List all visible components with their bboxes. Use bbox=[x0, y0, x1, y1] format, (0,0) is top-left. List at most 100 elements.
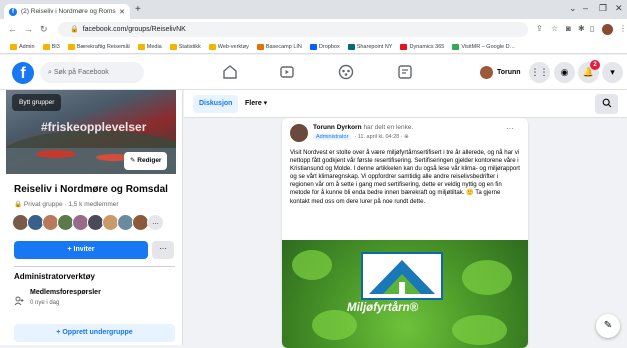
account-chevron-down-icon[interactable]: ▾ bbox=[602, 62, 623, 83]
gaming-tab-icon[interactable] bbox=[393, 62, 417, 82]
menu-grid-icon[interactable]: ⋮⋮ bbox=[529, 62, 550, 83]
bookmark-item[interactable]: Bærekraftig Reisemål bbox=[67, 44, 130, 50]
member-requests-icon bbox=[14, 293, 24, 306]
reload-icon[interactable]: ↻ bbox=[40, 24, 48, 35]
back-icon[interactable]: ← bbox=[8, 24, 17, 34]
bookmark-star-icon[interactable]: ☆ bbox=[551, 24, 558, 33]
bookmark-folder-icon bbox=[347, 44, 355, 50]
feed-post: Torunn Dyrkorn har delt en lenke. Admini… bbox=[282, 118, 528, 348]
cover-kayak-shape bbox=[36, 150, 76, 158]
group-name[interactable]: Reiseliv i Nordmøre og Romsdal bbox=[14, 184, 168, 195]
leaf-shape bbox=[292, 250, 332, 280]
close-tab-icon[interactable]: ✕ bbox=[119, 8, 125, 16]
window-restore-icon[interactable]: ❐ bbox=[599, 3, 607, 14]
post-author-line: Torunn Dyrkorn har delt en lenke. bbox=[313, 124, 413, 131]
bookmark-item[interactable]: Media bbox=[137, 44, 162, 50]
bookmark-label: Web-verktøy bbox=[217, 44, 249, 50]
group-search-button[interactable] bbox=[595, 94, 618, 114]
user-profile-link[interactable]: Torunn bbox=[480, 63, 521, 82]
member-requests-link[interactable]: Medlemsforespørsler bbox=[30, 289, 101, 296]
bookmark-item[interactable]: Dynamics 365 bbox=[400, 44, 444, 50]
bookmark-item[interactable]: Admin bbox=[10, 44, 35, 50]
admin-tools-heading: Administratorverktøy bbox=[14, 272, 95, 281]
invite-button[interactable]: + Inviter bbox=[14, 241, 148, 259]
minimize-icon[interactable]: ⌄ bbox=[569, 3, 577, 14]
group-tabs-bar: Diskusjon Flere ▾ bbox=[184, 90, 627, 118]
share-icon[interactable]: ⇪ bbox=[536, 24, 543, 33]
create-subgroup-button[interactable]: + Opprett undergruppe bbox=[14, 324, 175, 342]
bookmark-item[interactable]: BI3 bbox=[42, 44, 60, 50]
post-author[interactable]: Torunn Dyrkorn bbox=[313, 124, 362, 131]
tab-discussion[interactable]: Diskusjon bbox=[193, 95, 239, 113]
bookmark-item[interactable]: Statistikk bbox=[169, 44, 201, 50]
member-avatars[interactable]: … bbox=[12, 214, 164, 234]
leaf-shape bbox=[312, 310, 357, 340]
post-more-icon[interactable]: ··· bbox=[506, 124, 514, 133]
admin-badge: Administrator bbox=[313, 134, 352, 140]
forward-icon[interactable]: → bbox=[24, 24, 33, 34]
window-close-icon[interactable]: ✕ bbox=[615, 3, 623, 14]
avatar bbox=[480, 66, 493, 79]
watch-tab-icon[interactable] bbox=[275, 62, 299, 82]
bookmark-folder-icon bbox=[10, 44, 17, 50]
new-tab-button[interactable]: + bbox=[135, 4, 141, 15]
post-body: Visit Nordvest er stolte over å være mil… bbox=[290, 149, 520, 205]
bookmark-folder-icon bbox=[169, 44, 177, 50]
lock-icon: 🔒 bbox=[70, 26, 79, 33]
logo-text: Miljøfyrtårn® bbox=[347, 302, 419, 314]
facebook-search-input[interactable]: ⌕ Søk på Facebook bbox=[40, 62, 144, 83]
bookmark-item[interactable]: VisitMR – Google D… bbox=[452, 44, 515, 50]
bookmark-item[interactable]: Basecamp LIN bbox=[256, 44, 302, 50]
link-preview-image[interactable]: Miljøfyrtårn® bbox=[282, 240, 528, 348]
camera-icon[interactable]: ◙ bbox=[566, 24, 571, 33]
address-bar[interactable]: 🔒 facebook.com/groups/ReiselivNK bbox=[58, 22, 528, 37]
post-meta: Administrator · 11. april kl. 04:28 · ⊕ bbox=[313, 134, 409, 140]
bookmark-item[interactable]: Sharepoint NY bbox=[347, 44, 392, 50]
edit-cover-button[interactable]: ✎ Rediger bbox=[124, 152, 168, 170]
bookmarks-bar: Admin BI3 Bærekraftig Reisemål Media Statist… bbox=[0, 41, 627, 54]
more-members-button[interactable]: … bbox=[147, 214, 164, 231]
bookmark-folder-icon bbox=[452, 44, 460, 50]
edit-label: Rediger bbox=[137, 157, 162, 164]
bookmark-label: Statistikk bbox=[178, 44, 201, 50]
tab-more[interactable]: Flere ▾ bbox=[245, 95, 267, 113]
extensions-icon[interactable]: ✱ bbox=[578, 24, 585, 33]
leaf-shape bbox=[452, 315, 507, 345]
divider bbox=[14, 266, 175, 267]
bookmark-item[interactable]: Web-verktøy bbox=[208, 44, 249, 50]
bookmark-label: Dropbox bbox=[318, 44, 340, 50]
browser-tab-bar: f (2) Reiseliv i Nordmøre og Roms… ✕ + ⌄… bbox=[0, 0, 627, 19]
bookmark-folder-icon bbox=[67, 44, 75, 50]
group-meta-text: Privat gruppe · 1,5 k medlemmer bbox=[23, 201, 119, 208]
messenger-icon[interactable]: ◉ bbox=[554, 62, 575, 83]
bookmark-label: Basecamp LIN bbox=[265, 44, 302, 50]
bookmark-item[interactable]: Dropbox bbox=[309, 44, 340, 50]
bookmark-label: Media bbox=[146, 44, 162, 50]
window-minimize-icon[interactable]: – bbox=[583, 3, 588, 13]
avatar[interactable] bbox=[290, 124, 308, 142]
miljofyrtarn-logo bbox=[361, 252, 443, 300]
browser-menu-icon[interactable]: ⋮ bbox=[619, 24, 627, 33]
browser-tab[interactable]: f (2) Reiseliv i Nordmøre og Roms… ✕ bbox=[4, 4, 130, 19]
home-tab-icon[interactable] bbox=[218, 62, 242, 82]
bookmark-folder-icon bbox=[208, 44, 216, 50]
browser-toolbar: ← → ↻ 🔒 facebook.com/groups/ReiselivNK ⇪ … bbox=[0, 19, 627, 41]
switch-groups-button[interactable]: Bytt grupper bbox=[12, 94, 62, 111]
browser-profile-avatar[interactable] bbox=[602, 24, 613, 35]
facebook-favicon-icon: f bbox=[9, 7, 17, 16]
url-text: facebook.com/groups/ReiselivNK bbox=[82, 26, 186, 33]
compose-message-icon[interactable]: ✎ bbox=[596, 314, 620, 338]
bookmark-label: VisitMR – Google D… bbox=[461, 44, 516, 50]
sidepanel-icon[interactable]: ▯ bbox=[590, 24, 594, 33]
bookmark-folder-icon bbox=[256, 44, 264, 50]
bookmark-folder-icon bbox=[42, 44, 50, 50]
facebook-logo[interactable]: f bbox=[12, 62, 34, 84]
search-icon bbox=[602, 95, 612, 112]
group-cover-photo: #friskeopplevelser Bytt grupper ✎ Redige… bbox=[6, 90, 176, 174]
cover-hashtag: #friskeopplevelser bbox=[41, 120, 147, 134]
bookmark-label: Dynamics 365 bbox=[409, 44, 445, 50]
post-timestamp[interactable]: · 11. april kl. 04:28 · ⊕ bbox=[354, 134, 408, 140]
groups-tab-icon[interactable] bbox=[334, 62, 358, 82]
facebook-header: f ⌕ Søk på Facebook Torunn ⋮⋮ ◉ 🔔 2 ▾ bbox=[0, 55, 627, 90]
more-options-button[interactable]: ··· bbox=[152, 241, 174, 259]
